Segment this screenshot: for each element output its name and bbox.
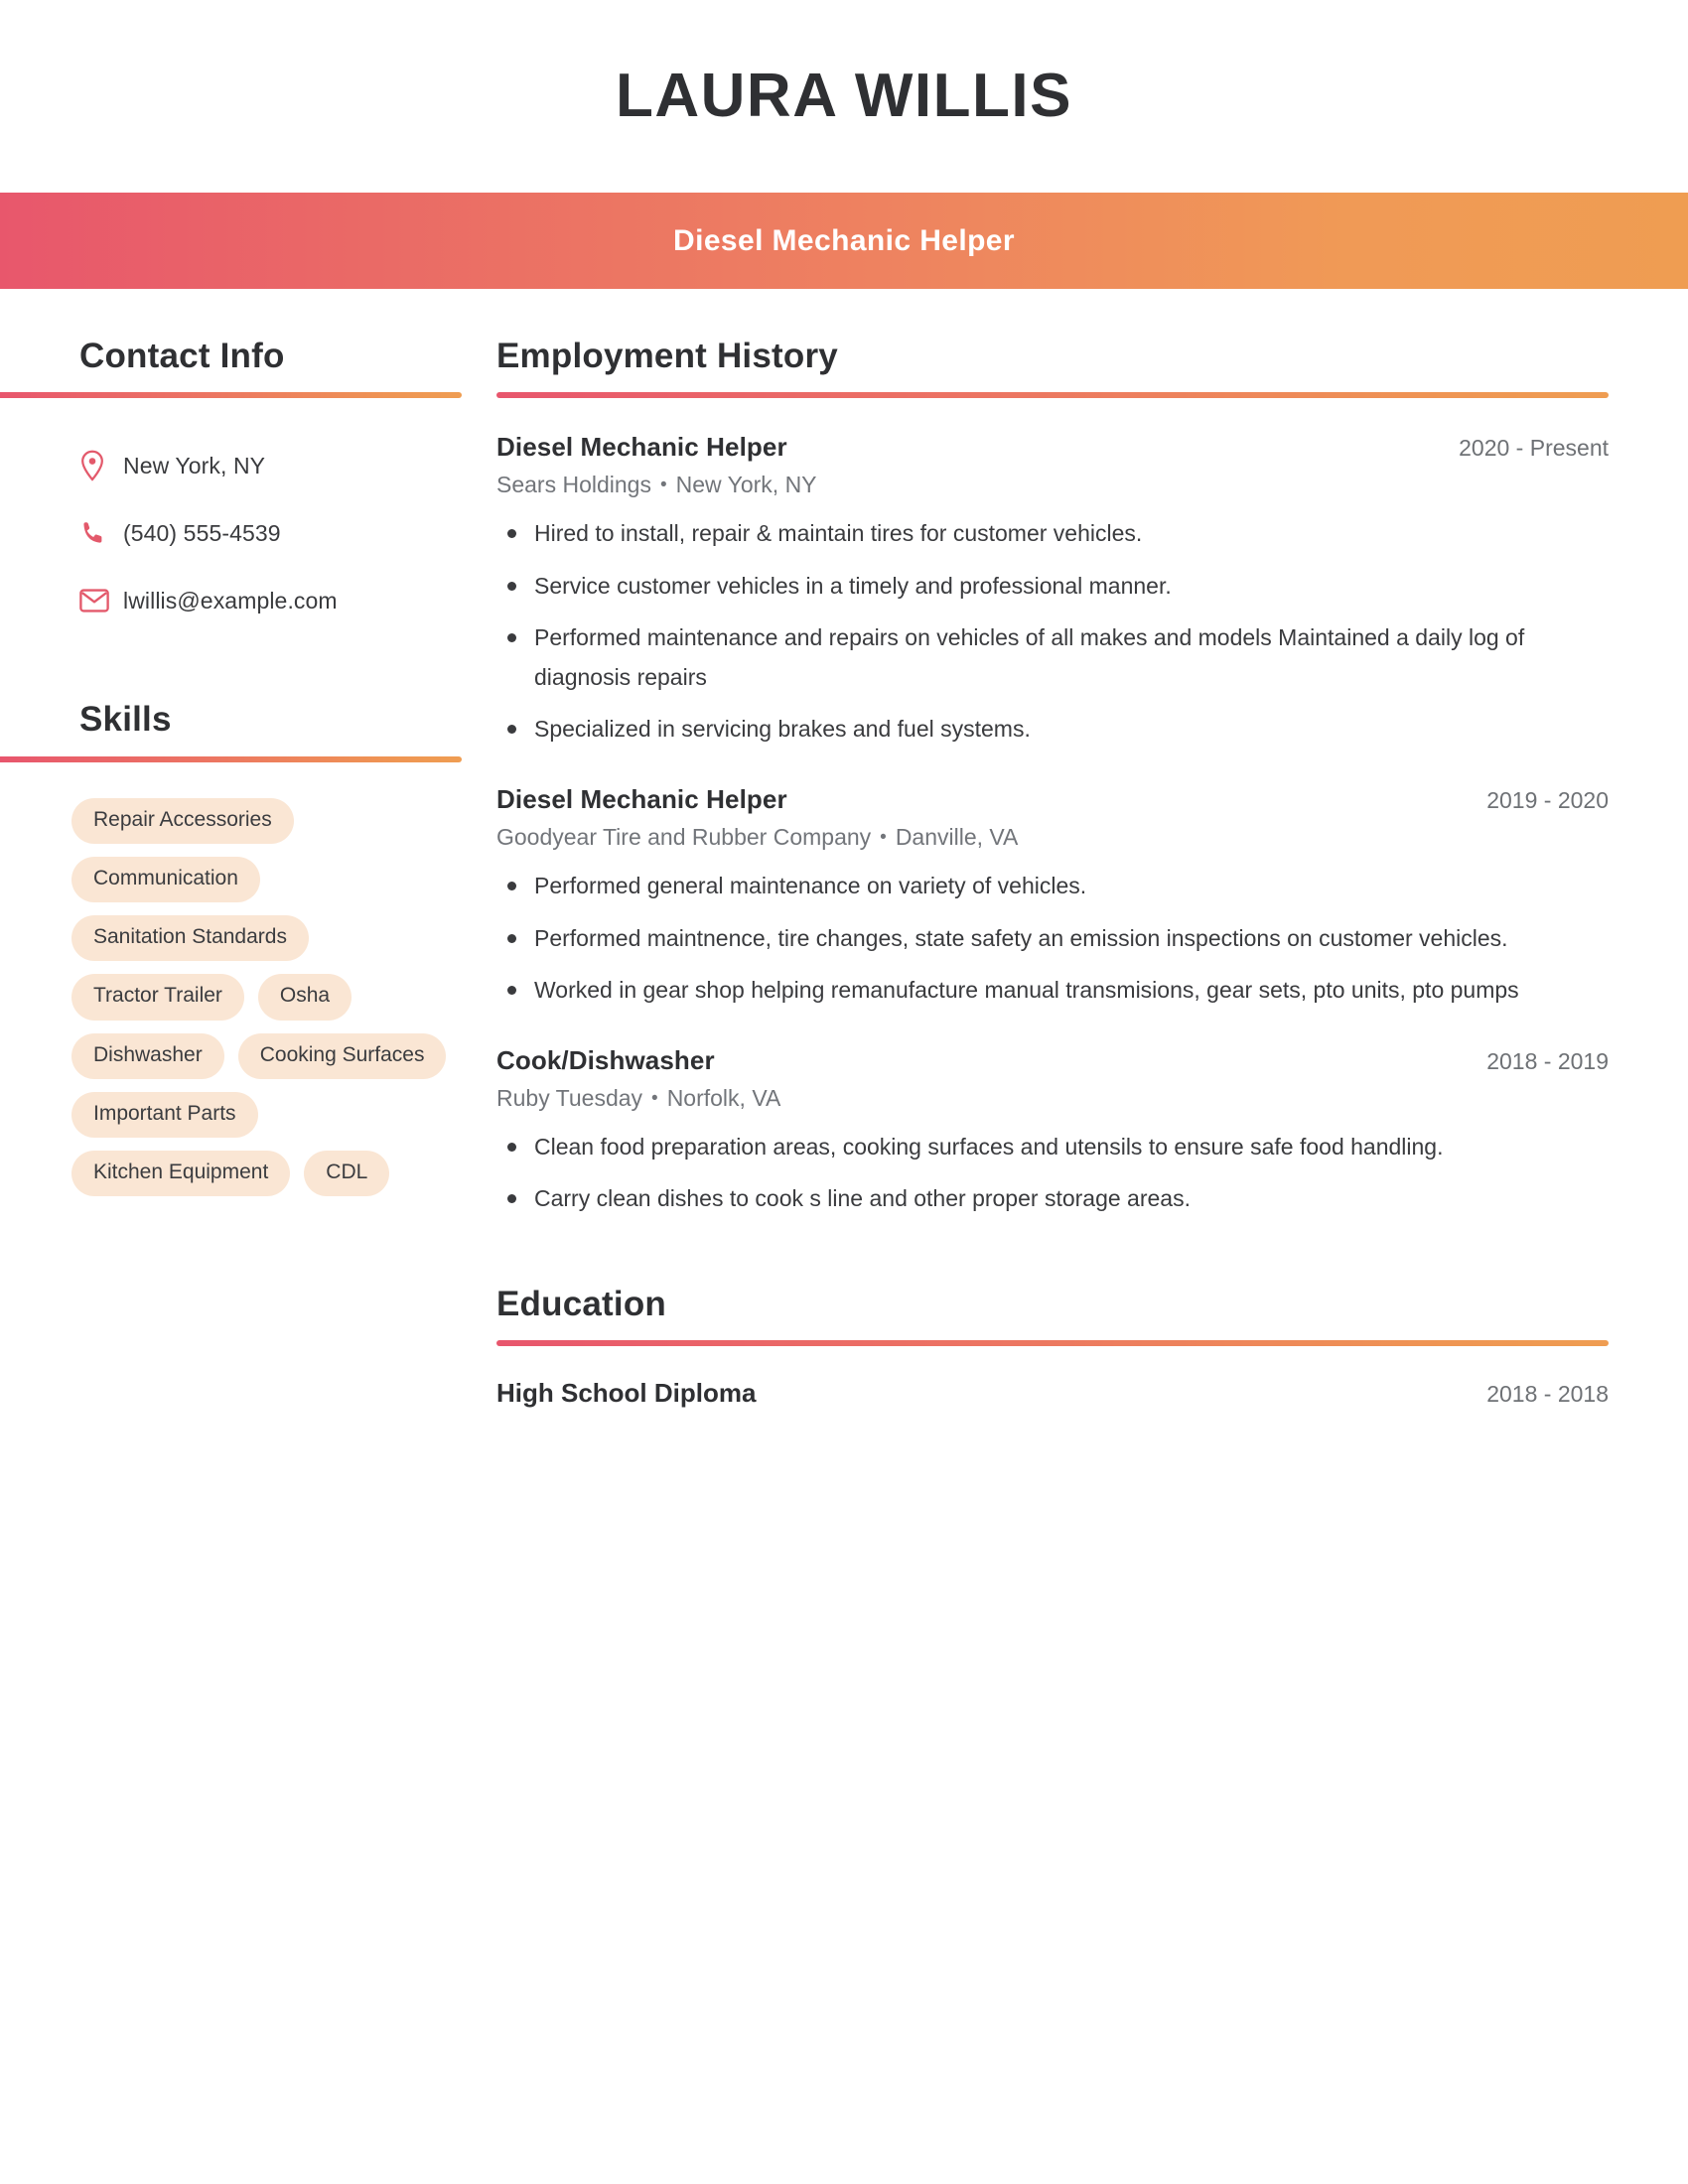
- education-list: High School Diploma 2018 - 2018: [496, 1378, 1609, 1409]
- education-section: Education High School Diploma 2018 - 201…: [496, 1285, 1609, 1409]
- job-title-banner: Diesel Mechanic Helper: [0, 193, 1688, 289]
- job-header: Cook/Dishwasher 2018 - 2019: [496, 1045, 1609, 1076]
- job-dates: 2018 - 2019: [1486, 1047, 1609, 1074]
- job-company: Ruby Tuesday: [496, 1084, 643, 1111]
- job-company-location: Sears Holdings • New York, NY: [496, 472, 1609, 498]
- skill-tag[interactable]: Important Parts: [71, 1091, 258, 1138]
- job-spacer: [496, 762, 1609, 784]
- job-dates: 2019 - 2020: [1486, 786, 1609, 813]
- skill-tag[interactable]: Communication: [71, 856, 260, 902]
- phone-icon: [79, 519, 123, 547]
- skills-divider: [0, 755, 462, 762]
- job-location: Danville, VA: [895, 823, 1019, 850]
- job-title: Diesel Mechanic Helper: [496, 432, 787, 463]
- employment-history-divider: [496, 392, 1609, 399]
- contact-item-phone[interactable]: (540) 555-4539: [79, 499, 496, 567]
- skills-heading: Skills: [79, 700, 172, 740]
- bullet-separator-icon: •: [651, 1087, 658, 1109]
- job-bullet: Performed general maintenance on variety…: [496, 867, 1609, 906]
- job-bullet: Service customer vehicles in a timely an…: [496, 567, 1609, 607]
- job-bullet-list: Hired to install, repair & maintain tire…: [496, 514, 1609, 750]
- envelope-icon: [79, 588, 123, 614]
- bullet-separator-icon: •: [880, 826, 887, 848]
- resume-header: LAURA WILLIS: [0, 0, 1688, 193]
- job-entry: Cook/Dishwasher 2018 - 2019 Ruby Tuesday…: [496, 1045, 1609, 1219]
- skills-block: Repair Accessories Communication Sanitat…: [0, 797, 496, 1197]
- job-spacer: [496, 1024, 1609, 1045]
- job-dates: 2020 - Present: [1459, 435, 1609, 462]
- job-bullet-list: Clean food preparation areas, cooking su…: [496, 1128, 1609, 1219]
- job-title: Diesel Mechanic Helper: [496, 783, 787, 814]
- job-list: Diesel Mechanic Helper 2020 - Present Se…: [496, 432, 1609, 1218]
- job-bullet: Worked in gear shop helping remanufactur…: [496, 971, 1609, 1011]
- sidebar: Contact Info New York, NY (540) 555-4539…: [0, 289, 496, 1197]
- job-header: Diesel Mechanic Helper 2019 - 2020: [496, 784, 1609, 815]
- skill-tag[interactable]: Sanitation Standards: [71, 915, 309, 962]
- employment-history-heading: Employment History: [496, 337, 838, 375]
- contact-item-email[interactable]: lwillis@example.com: [79, 567, 496, 634]
- skill-tag[interactable]: Kitchen Equipment: [71, 1151, 291, 1197]
- skills-tag-list: Repair Accessories Communication Sanitat…: [71, 797, 457, 1197]
- job-bullet: Carry clean dishes to cook s line and ot…: [496, 1179, 1609, 1219]
- education-entry: High School Diploma 2018 - 2018: [496, 1378, 1609, 1409]
- skill-tag[interactable]: Tractor Trailer: [71, 974, 244, 1021]
- job-header: Diesel Mechanic Helper 2020 - Present: [496, 432, 1609, 463]
- skill-tag[interactable]: Dishwasher: [71, 1032, 224, 1079]
- contact-list: New York, NY (540) 555-4539 lwillis@exam…: [0, 432, 496, 634]
- skills-section: Skills Repair Accessories Communication …: [0, 700, 496, 1197]
- bullet-separator-icon: •: [659, 475, 667, 496]
- resume-body: Contact Info New York, NY (540) 555-4539…: [0, 289, 1688, 1409]
- contact-email-value: lwillis@example.com: [123, 587, 338, 614]
- contact-location-value: New York, NY: [123, 452, 266, 478]
- job-bullet: Performed maintnence, tire changes, stat…: [496, 919, 1609, 959]
- job-title: Cook/Dishwasher: [496, 1044, 715, 1075]
- job-company-location: Ruby Tuesday • Norfolk, VA: [496, 1085, 1609, 1112]
- job-company: Goodyear Tire and Rubber Company: [496, 823, 872, 850]
- job-title-banner-label: Diesel Mechanic Helper: [673, 223, 1015, 257]
- job-bullet-list: Performed general maintenance on variety…: [496, 867, 1609, 1011]
- education-divider: [496, 1339, 1609, 1346]
- education-degree: High School Diploma: [496, 1377, 757, 1408]
- contact-item-location[interactable]: New York, NY: [79, 432, 496, 499]
- job-bullet: Clean food preparation areas, cooking su…: [496, 1128, 1609, 1167]
- job-entry: Diesel Mechanic Helper 2019 - 2020 Goody…: [496, 784, 1609, 1011]
- contact-info-divider: [0, 392, 462, 399]
- skill-tag[interactable]: Repair Accessories: [71, 797, 294, 844]
- main-content: Employment History Diesel Mechanic Helpe…: [496, 289, 1688, 1409]
- education-heading: Education: [496, 1284, 666, 1323]
- job-location: Norfolk, VA: [666, 1084, 781, 1111]
- job-company: Sears Holdings: [496, 472, 651, 498]
- education-dates: 2018 - 2018: [1486, 1380, 1609, 1407]
- contact-info-section: Contact Info New York, NY (540) 555-4539…: [0, 337, 496, 634]
- job-bullet: Performed maintenance and repairs on veh…: [496, 618, 1609, 697]
- job-location: New York, NY: [675, 472, 817, 498]
- page-title: LAURA WILLIS: [616, 62, 1072, 130]
- location-pin-icon: [79, 450, 123, 481]
- job-bullet: Specialized in servicing brakes and fuel…: [496, 710, 1609, 750]
- skill-tag[interactable]: Cooking Surfaces: [237, 1032, 447, 1079]
- skill-tag[interactable]: CDL: [304, 1151, 390, 1197]
- contact-phone-value: (540) 555-4539: [123, 519, 281, 546]
- job-entry: Diesel Mechanic Helper 2020 - Present Se…: [496, 432, 1609, 750]
- job-bullet: Hired to install, repair & maintain tire…: [496, 514, 1609, 554]
- contact-info-heading: Contact Info: [79, 337, 285, 375]
- skill-tag[interactable]: Osha: [257, 974, 352, 1021]
- employment-history-section: Employment History Diesel Mechanic Helpe…: [496, 337, 1609, 1219]
- job-company-location: Goodyear Tire and Rubber Company • Danvill…: [496, 824, 1609, 851]
